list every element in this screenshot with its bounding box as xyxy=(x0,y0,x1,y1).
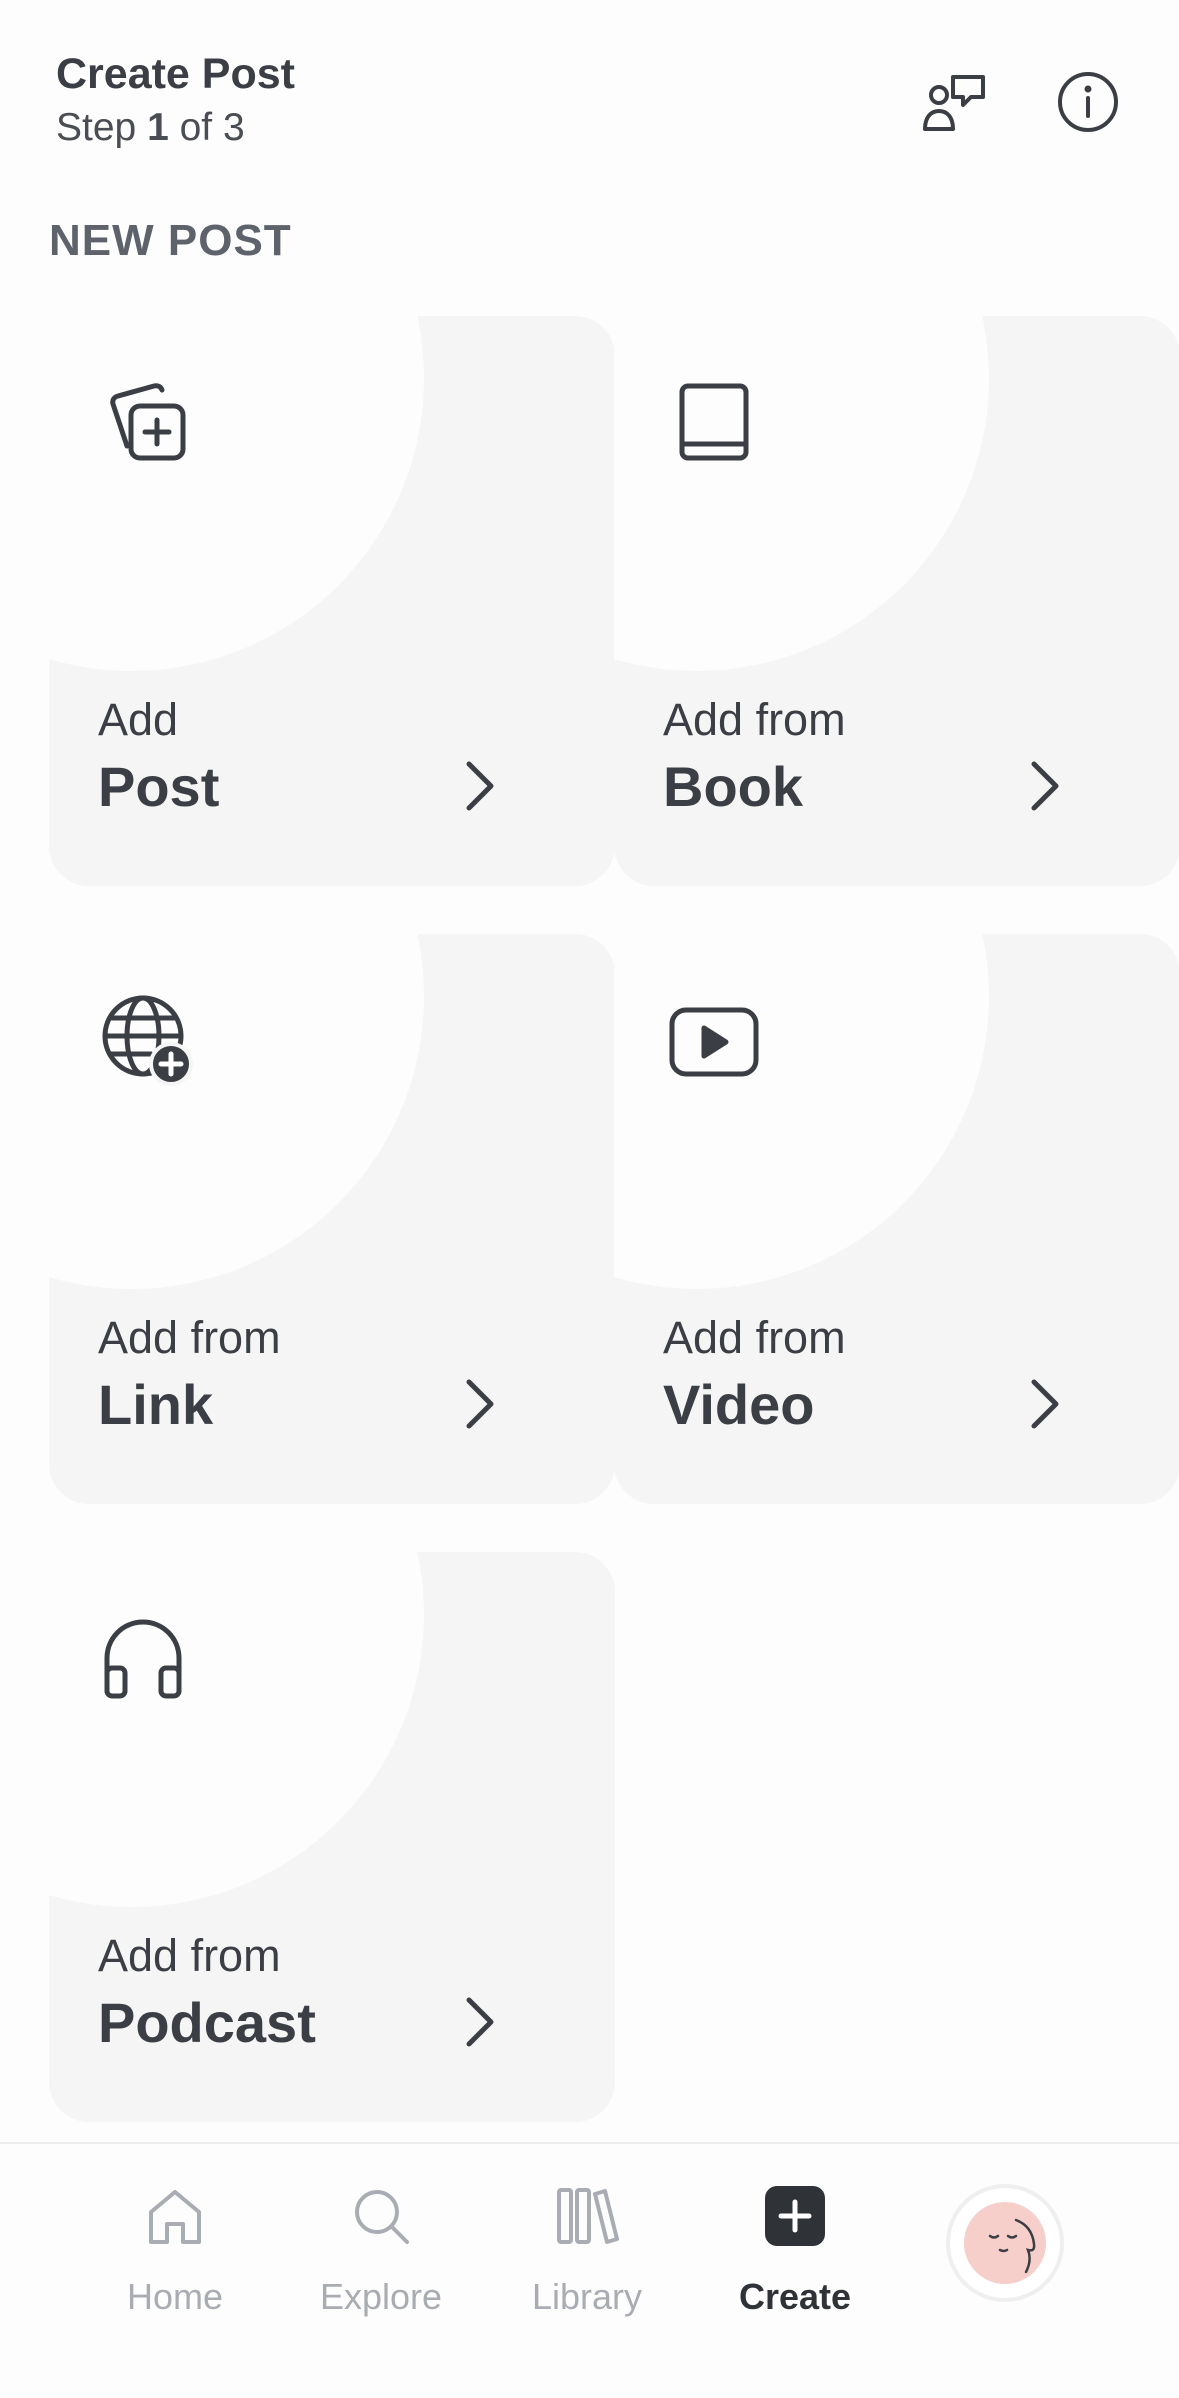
section-label: NEW POST xyxy=(49,216,292,265)
nav-explore[interactable]: Explore xyxy=(281,2184,481,2324)
card-title: Book xyxy=(663,755,803,818)
add-post-icon xyxy=(99,374,195,470)
card-add-post[interactable]: Add Post xyxy=(49,316,615,886)
card-decoration xyxy=(49,316,424,671)
page-title: Create Post xyxy=(56,50,295,98)
globe-plus-icon xyxy=(99,992,195,1088)
nav-label: Library xyxy=(531,2276,643,2317)
card-title: Link xyxy=(98,1373,214,1436)
chevron-right-icon xyxy=(461,1992,521,2062)
nav-home[interactable]: Home xyxy=(75,2184,275,2324)
step-indicator: Step 1 of 3 xyxy=(56,106,245,149)
card-subtitle: Add from xyxy=(98,1312,281,1363)
profile-avatar-button[interactable] xyxy=(946,2184,1064,2302)
card-title: Post xyxy=(98,755,220,818)
card-decoration xyxy=(614,934,989,1289)
card-subtitle: Add from xyxy=(663,694,846,745)
book-icon xyxy=(664,374,760,470)
info-icon[interactable] xyxy=(1048,62,1128,142)
nav-label: Explore xyxy=(319,2276,443,2317)
chevron-right-icon xyxy=(461,756,521,826)
video-play-icon xyxy=(664,992,760,1088)
nav-library[interactable]: Library xyxy=(487,2184,687,2324)
create-plus-icon xyxy=(763,2184,827,2248)
card-subtitle: Add from xyxy=(663,1312,846,1363)
card-title: Video xyxy=(663,1373,815,1436)
header: Create Post Step 1 of 3 xyxy=(0,0,1179,200)
search-icon xyxy=(349,2184,413,2248)
home-icon xyxy=(143,2184,207,2248)
chat-bubbles-icon[interactable] xyxy=(916,62,996,142)
nav-create[interactable]: Create xyxy=(695,2184,895,2324)
library-icon xyxy=(555,2184,619,2248)
card-subtitle: Add from xyxy=(98,1930,281,1981)
chevron-right-icon xyxy=(1026,1374,1086,1444)
nav-label: Home xyxy=(126,2276,224,2317)
card-add-from-video[interactable]: Add from Video xyxy=(614,934,1179,1504)
headphones-icon xyxy=(99,1610,195,1706)
card-decoration xyxy=(49,934,424,1289)
avatar xyxy=(964,2202,1046,2284)
nav-label: Create xyxy=(738,2276,852,2317)
card-title: Podcast xyxy=(98,1991,316,2054)
card-decoration xyxy=(614,316,989,671)
card-decoration xyxy=(49,1552,424,1907)
bottom-nav: Home Explore Library Create xyxy=(0,2142,1179,2398)
card-add-from-book[interactable]: Add from Book xyxy=(614,316,1179,886)
chevron-right-icon xyxy=(461,1374,521,1444)
chevron-right-icon xyxy=(1026,756,1086,826)
card-add-from-podcast[interactable]: Add from Podcast xyxy=(49,1552,615,2122)
card-subtitle: Add xyxy=(98,694,179,745)
card-add-from-link[interactable]: Add from Link xyxy=(49,934,615,1504)
